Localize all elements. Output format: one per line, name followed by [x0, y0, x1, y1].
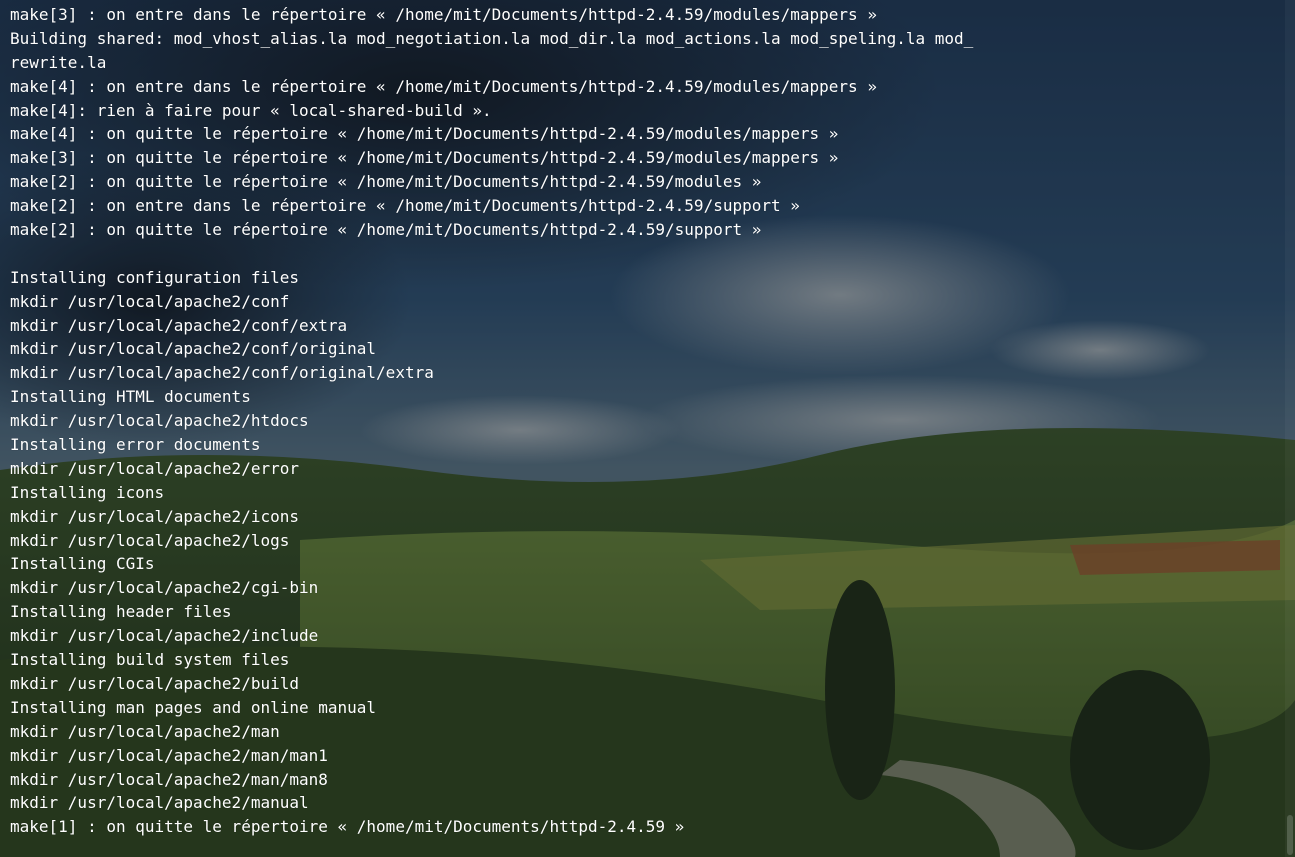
terminal-line: mkdir /usr/local/apache2/include — [10, 626, 319, 646]
terminal-line: make[4]: rien à faire pour « local-share… — [10, 100, 492, 120]
terminal-line: mkdir /usr/local/apache2/htdocs — [10, 411, 309, 431]
terminal-line: Installing header files — [10, 602, 232, 622]
terminal-line: mkdir /usr/local/apache2/man — [10, 721, 280, 741]
terminal-line: Installing icons — [10, 482, 165, 502]
terminal-line: mkdir /usr/local/apache2/error — [10, 458, 299, 478]
terminal-line: mkdir /usr/local/apache2/conf — [10, 291, 290, 311]
terminal-line: Installing error documents — [10, 435, 261, 455]
terminal-line: make[2] : on entre dans le répertoire « … — [10, 196, 800, 216]
terminal-line: make[1] : on quitte le répertoire « /hom… — [10, 817, 685, 837]
terminal-line: make[4] : on entre dans le répertoire « … — [10, 76, 877, 96]
terminal-line: mkdir /usr/local/apache2/conf/original/e… — [10, 363, 434, 383]
terminal-line: Installing HTML documents — [10, 387, 251, 407]
terminal-line: Installing configuration files — [10, 267, 299, 287]
terminal-line: make[4] : on quitte le répertoire « /hom… — [10, 124, 839, 144]
terminal-line: rewrite.la — [10, 52, 107, 72]
terminal-scrollbar[interactable] — [1285, 0, 1295, 857]
terminal-line: Building shared: mod_vhost_alias.la mod_… — [10, 28, 974, 48]
terminal-line: mkdir /usr/local/apache2/logs — [10, 530, 290, 550]
terminal-output[interactable]: make[3] : on entre dans le répertoire « … — [10, 3, 1290, 857]
terminal-line: mkdir /usr/local/apache2/man/man1 — [10, 745, 328, 765]
terminal-line: mkdir /usr/local/apache2/man/man8 — [10, 769, 328, 789]
scrollbar-thumb[interactable] — [1287, 815, 1293, 855]
terminal-line: mkdir /usr/local/apache2/conf/original — [10, 339, 377, 359]
terminal-line: make[3] : on quitte le répertoire « /hom… — [10, 148, 839, 168]
terminal-line: make[3] : on entre dans le répertoire « … — [10, 5, 877, 24]
terminal-line: make[2] : on quitte le répertoire « /hom… — [10, 172, 762, 192]
terminal-line: Installing build system files — [10, 650, 290, 670]
terminal-line: Installing CGIs — [10, 554, 155, 574]
terminal-line: mkdir /usr/local/apache2/manual — [10, 793, 309, 813]
terminal-line: Installing man pages and online manual — [10, 697, 377, 717]
terminal-line: mkdir /usr/local/apache2/build — [10, 673, 299, 693]
terminal-line: mkdir /usr/local/apache2/icons — [10, 506, 299, 526]
terminal-line: mkdir /usr/local/apache2/conf/extra — [10, 315, 348, 335]
terminal-line: make[2] : on quitte le répertoire « /hom… — [10, 220, 762, 240]
terminal-line: mkdir /usr/local/apache2/cgi-bin — [10, 578, 319, 598]
